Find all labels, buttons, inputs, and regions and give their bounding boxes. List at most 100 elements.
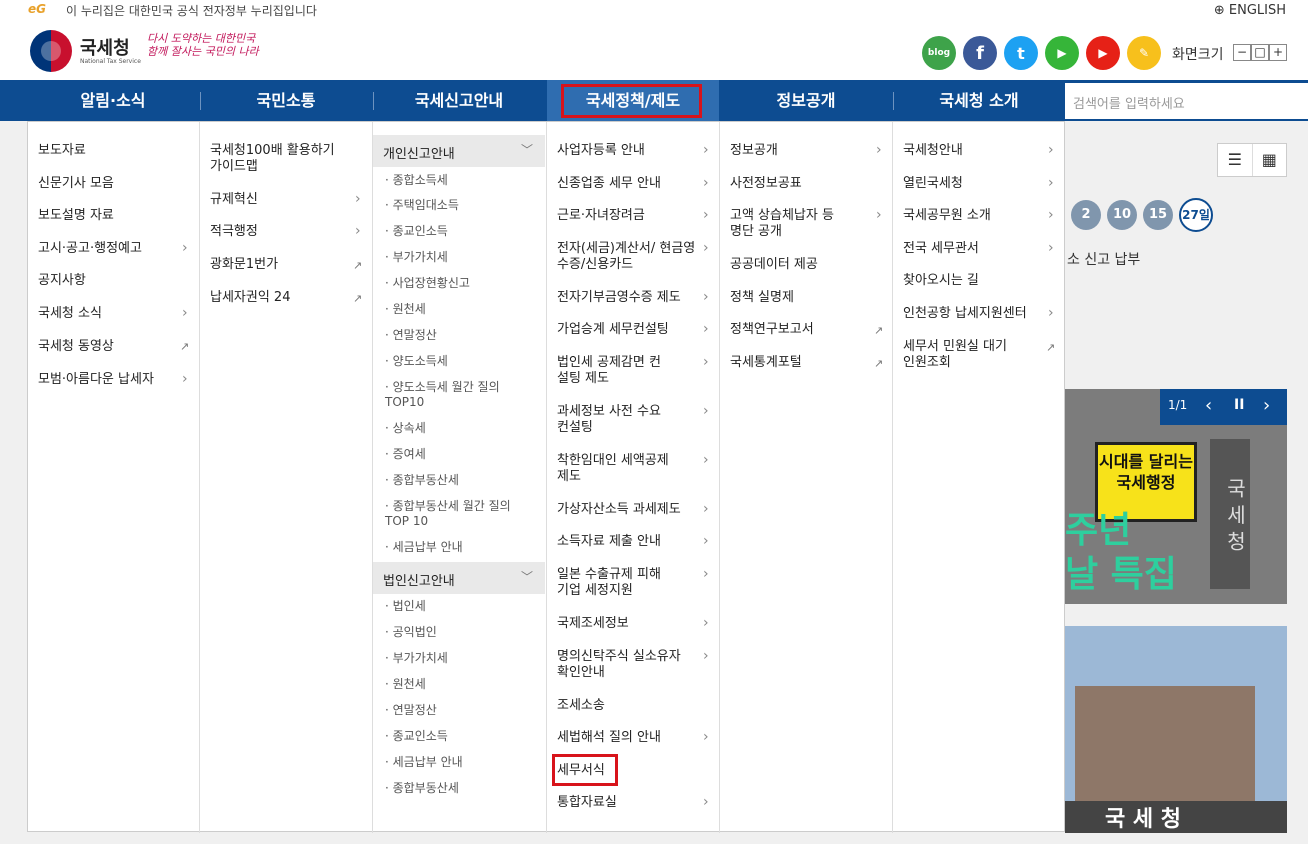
fontsize-reset-button[interactable]: □ <box>1251 44 1269 61</box>
menu-item[interactable]: 정책 실명제 <box>730 290 794 306</box>
submenu-item[interactable]: · 법인세 <box>385 599 426 614</box>
date-item[interactable]: 10 <box>1107 200 1137 230</box>
menu-item[interactable]: 가상자산소득 과세제도 <box>557 502 681 518</box>
logo-text[interactable]: 국세청 <box>80 34 130 60</box>
date-item-current[interactable]: 27일 <box>1179 198 1213 232</box>
menu-item[interactable]: 세법해석 질의 안내 <box>557 730 661 746</box>
menu-item[interactable]: 과세정보 사전 수요 컨설팅 <box>557 404 672 436</box>
nts-logo-icon[interactable] <box>30 30 72 72</box>
menu-item[interactable]: 국제조세정보 <box>557 616 629 632</box>
nav-about[interactable]: 국세청 소개 <box>893 80 1065 121</box>
menu-item[interactable]: 모범·아름다운 납세자 <box>38 372 154 388</box>
submenu-item[interactable]: · 연말정산 <box>385 328 437 343</box>
submenu-item[interactable]: · 종교인소득 <box>385 224 448 239</box>
menu-item[interactable]: 착한임대인 세액공제 제도 <box>557 453 682 485</box>
menu-item[interactable]: 국세청 동영상 <box>38 339 114 355</box>
menu-item[interactable]: 공공데이터 제공 <box>730 257 818 273</box>
menu-item[interactable]: 신종업종 세무 안내 <box>557 176 661 192</box>
submenu-item[interactable]: · 세금납부 안내 <box>385 540 463 555</box>
menu-item[interactable]: 고시·공고·행정예고 <box>38 241 142 257</box>
menu-item[interactable]: 보도자료 <box>38 143 86 159</box>
blog-icon[interactable]: blog <box>922 36 956 70</box>
date-item[interactable]: 2 <box>1071 200 1101 230</box>
menu-item[interactable]: 조세소송 <box>557 698 605 714</box>
menu-item[interactable]: 통합자료실 <box>557 795 617 811</box>
submenu-item[interactable]: · 주택임대소득 <box>385 198 459 213</box>
banner-carousel[interactable]: 1/1 ‹ II › 시대를 달리는 국세행정 주년 날 특집 국 세 청 <box>1065 389 1287 604</box>
search-input[interactable]: 검색어를 입력하세요 <box>1065 83 1308 119</box>
menu-item[interactable]: 고액 상습체납자 등 명단 공개 <box>730 208 845 240</box>
youtube-icon[interactable]: ▶ <box>1086 36 1120 70</box>
menu-item[interactable]: 사업자등록 안내 <box>557 143 645 159</box>
menu-item[interactable]: 적극행정 <box>210 224 258 240</box>
submenu-item[interactable]: · 사업장현황신고 <box>385 276 470 291</box>
menu-item[interactable]: 신문기사 모음 <box>38 176 114 192</box>
menu-item[interactable]: 법인세 공제감면 컨설팅 제도 <box>557 355 672 387</box>
nav-info-disclosure[interactable]: 정보공개 <box>720 80 892 121</box>
menu-item[interactable]: 전자기부금영수증 제도 <box>557 290 681 306</box>
submenu-item[interactable]: · 종합부동산세 <box>385 473 459 488</box>
menu-item[interactable]: 납세자권익 24 <box>210 290 290 306</box>
menu-item[interactable]: 국세청 소식 <box>38 306 102 322</box>
facebook-icon[interactable]: f <box>963 36 997 70</box>
menu-item[interactable]: 국세청100배 활용하기 가이드맵 <box>210 143 335 175</box>
submenu-item[interactable]: · 세금납부 안내 <box>385 755 463 770</box>
nav-communication[interactable]: 국민소통 <box>200 80 372 121</box>
menu-item[interactable]: 사전정보공표 <box>730 176 802 192</box>
submenu-item[interactable]: · 부가가치세 <box>385 250 448 265</box>
menu-item[interactable]: 공지사항 <box>38 273 86 289</box>
menu-item[interactable]: 소득자료 제출 안내 <box>557 534 661 550</box>
prev-icon[interactable]: ‹ <box>1205 395 1212 416</box>
submenu-header-corporate[interactable]: 법인신고안내 ﹀ <box>373 562 545 594</box>
english-link[interactable]: ⊕ ENGLISH <box>1214 3 1286 18</box>
kakao-icon[interactable]: ✎ <box>1127 36 1161 70</box>
menu-item[interactable]: 근로·자녀장려금 <box>557 208 645 224</box>
menu-item[interactable]: 찾아오시는 길 <box>903 273 979 289</box>
submenu-item[interactable]: · 종합소득세 <box>385 173 448 188</box>
fontsize-increase-button[interactable]: + <box>1269 44 1287 61</box>
calendar-icon[interactable]: ▦ <box>1251 144 1287 176</box>
next-icon[interactable]: › <box>1263 395 1270 416</box>
submenu-item[interactable]: · 종합부동산세 <box>385 781 459 796</box>
chevron-right-icon: › <box>182 305 188 321</box>
twitter-icon[interactable]: t <box>1004 36 1038 70</box>
menu-item[interactable]: 국세통계포털 <box>730 355 802 371</box>
nav-filing-guide[interactable]: 국세신고안내 <box>373 80 545 121</box>
fontsize-decrease-button[interactable]: − <box>1233 44 1251 61</box>
list-icon[interactable]: ☰ <box>1218 144 1252 176</box>
menu-item[interactable]: 국세청안내 <box>903 143 963 159</box>
menu-item[interactable]: 전국 세무관서 <box>903 241 979 257</box>
submenu-item[interactable]: · 공익법인 <box>385 625 437 640</box>
menu-item[interactable]: 광화문1번가 <box>210 257 278 273</box>
submenu-header-personal[interactable]: 개인신고안내 ﹀ <box>373 135 545 167</box>
menu-item[interactable]: 세무서 민원실 대기인원조회 <box>903 339 1013 371</box>
menu-item[interactable]: 인천공항 납세지원센터 <box>903 306 1027 322</box>
menu-item[interactable]: 보도설명 자료 <box>38 208 114 224</box>
pause-icon[interactable]: II <box>1234 397 1244 413</box>
submenu-item[interactable]: · 종교인소득 <box>385 729 448 744</box>
submenu-item[interactable]: · 원천세 <box>385 302 426 317</box>
calendar-dates: 2 10 15 27일 <box>1071 198 1213 232</box>
menu-item[interactable]: 명의신탁주식 실소유자 확인안내 <box>557 649 687 681</box>
menu-item[interactable]: 전자(세금)계산서/ 현금영수증/신용카드 <box>557 241 697 273</box>
submenu-item[interactable]: · 상속세 <box>385 421 426 436</box>
banner-building[interactable]: 국 세 청 <box>1065 626 1287 833</box>
menu-item[interactable]: 열린국세청 <box>903 176 963 192</box>
submenu-item[interactable]: · 양도소득세 <box>385 354 448 369</box>
menu-item[interactable]: 가업승계 세무컨설팅 <box>557 322 669 338</box>
submenu-item[interactable]: · 양도소득세 월간 질의 TOP10 <box>385 380 525 410</box>
submenu-item[interactable]: · 연말정산 <box>385 703 437 718</box>
submenu-item[interactable]: · 종합부동산세 월간 질의 TOP 10 <box>385 499 525 529</box>
menu-item[interactable]: 일본 수출규제 피해기업 세정지원 <box>557 567 667 599</box>
kakaostory-icon[interactable]: ▶ <box>1045 36 1079 70</box>
date-item[interactable]: 15 <box>1143 200 1173 230</box>
nav-news[interactable]: 알림·소식 <box>27 80 199 121</box>
submenu-item[interactable]: · 원천세 <box>385 677 426 692</box>
submenu-item[interactable]: · 부가가치세 <box>385 651 448 666</box>
menu-item[interactable]: 국세공무원 소개 <box>903 208 991 224</box>
globe-icon: ⊕ <box>1213 3 1225 18</box>
submenu-item[interactable]: · 증여세 <box>385 447 426 462</box>
menu-item[interactable]: 규제혁신 <box>210 192 258 208</box>
menu-item[interactable]: 정보공개 <box>730 143 778 159</box>
menu-item[interactable]: 정책연구보고서 <box>730 322 814 338</box>
